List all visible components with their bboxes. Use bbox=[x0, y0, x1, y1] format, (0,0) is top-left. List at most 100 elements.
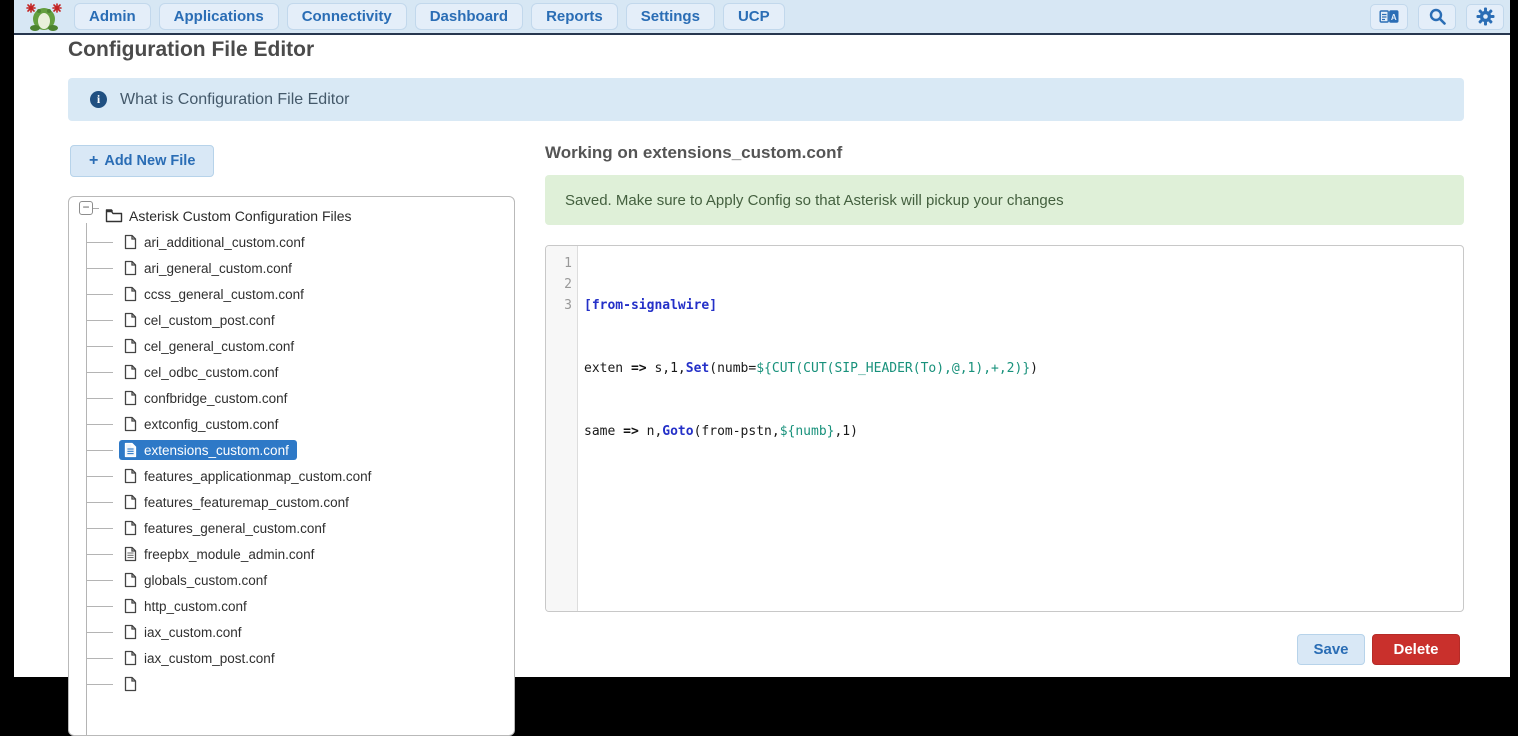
add-new-file-label: Add New File bbox=[104, 153, 195, 169]
code-line: [from-signalwire] bbox=[584, 295, 1463, 316]
svg-text:A: A bbox=[1391, 13, 1397, 22]
file-icon bbox=[124, 364, 137, 380]
file-icon bbox=[124, 520, 137, 536]
saved-alert: Saved. Make sure to Apply Config so that… bbox=[545, 175, 1464, 225]
tree-collapse-toggle[interactable]: − bbox=[79, 201, 93, 215]
file-name: cel_general_custom.conf bbox=[144, 339, 294, 354]
code-editor[interactable]: 1 2 3 [from-signalwire] exten => s,1,Set… bbox=[545, 245, 1464, 612]
tree-file-row[interactable]: features_applicationmap_custom.conf bbox=[69, 463, 514, 489]
file-icon bbox=[124, 416, 137, 432]
tree-file-row[interactable]: cel_general_custom.conf bbox=[69, 333, 514, 359]
tree-file-row[interactable]: confbridge_custom.conf bbox=[69, 385, 514, 411]
tree-file-row[interactable]: cel_custom_post.conf bbox=[69, 307, 514, 333]
tree-file-row[interactable]: cel_odbc_custom.conf bbox=[69, 359, 514, 385]
file-name: extensions_custom.conf bbox=[144, 443, 289, 458]
file-name: extconfig_custom.conf bbox=[144, 417, 278, 432]
freepbx-logo[interactable] bbox=[22, 2, 66, 32]
info-icon: i bbox=[90, 91, 107, 108]
delete-button[interactable]: Delete bbox=[1372, 634, 1460, 665]
file-name: ari_general_custom.conf bbox=[144, 261, 292, 276]
file-icon bbox=[124, 286, 137, 302]
tree-file-row[interactable]: ccss_general_custom.conf bbox=[69, 281, 514, 307]
file-name: ari_additional_custom.conf bbox=[144, 235, 305, 250]
nav-item-applications[interactable]: Applications bbox=[159, 3, 279, 30]
file-lines-icon bbox=[124, 442, 137, 458]
tree-file-row[interactable]: globals_custom.conf bbox=[69, 567, 514, 593]
file-icon bbox=[124, 468, 137, 484]
tree-file-row[interactable]: ari_general_custom.conf bbox=[69, 255, 514, 281]
settings-button[interactable] bbox=[1466, 4, 1504, 30]
code-line: exten => s,1,Set(numb=${CUT(CUT(SIP_HEAD… bbox=[584, 358, 1463, 379]
file-icon bbox=[124, 390, 137, 406]
info-banner[interactable]: i What is Configuration File Editor bbox=[68, 78, 1464, 121]
tree-rows: ari_additional_custom.conf ari_general_c… bbox=[69, 229, 514, 697]
tree-file-row[interactable]: features_featuremap_custom.conf bbox=[69, 489, 514, 515]
file-icon bbox=[124, 572, 137, 588]
nav-item-dashboard[interactable]: Dashboard bbox=[415, 3, 523, 30]
line-number: 1 bbox=[564, 253, 577, 274]
file-name: freepbx_module_admin.conf bbox=[144, 547, 314, 562]
line-number-gutter: 1 2 3 bbox=[546, 246, 578, 611]
language-translate-button[interactable]: A bbox=[1370, 4, 1408, 30]
tree-file-row[interactable]: freepbx_module_admin.conf bbox=[69, 541, 514, 567]
line-number: 3 bbox=[564, 295, 577, 316]
saved-alert-text: Saved. Make sure to Apply Config so that… bbox=[565, 192, 1064, 209]
nav-right-icons: A bbox=[1370, 4, 1504, 30]
tree-file-row[interactable]: iax_custom_post.conf bbox=[69, 645, 514, 671]
file-name: cel_odbc_custom.conf bbox=[144, 365, 278, 380]
translate-icon: A bbox=[1379, 9, 1399, 25]
tree-file-row[interactable]: http_custom.conf bbox=[69, 593, 514, 619]
file-icon bbox=[124, 598, 137, 614]
nav-menu: Admin Applications Connectivity Dashboar… bbox=[74, 3, 785, 30]
file-name: iax_custom.conf bbox=[144, 625, 242, 640]
tree-file-row-selected[interactable]: extensions_custom.conf bbox=[69, 437, 514, 463]
file-name: features_general_custom.conf bbox=[144, 521, 326, 536]
code-line: same => n,Goto(from-pstn,${numb},1) bbox=[584, 421, 1463, 442]
file-icon bbox=[124, 312, 137, 328]
file-name: ccss_general_custom.conf bbox=[144, 287, 304, 302]
file-icon bbox=[124, 260, 137, 276]
file-icon bbox=[124, 234, 137, 250]
file-name: iax_custom_post.conf bbox=[144, 651, 275, 666]
add-new-file-button[interactable]: + Add New File bbox=[70, 145, 214, 177]
code-content[interactable]: [from-signalwire] exten => s,1,Set(numb=… bbox=[578, 246, 1463, 611]
line-number: 2 bbox=[564, 274, 577, 295]
file-icon bbox=[124, 676, 137, 692]
working-on-heading: Working on extensions_custom.conf bbox=[545, 143, 842, 163]
folder-icon bbox=[105, 208, 123, 223]
nav-item-settings[interactable]: Settings bbox=[626, 3, 715, 30]
file-name: confbridge_custom.conf bbox=[144, 391, 287, 406]
plus-icon: + bbox=[89, 152, 98, 170]
file-icon bbox=[124, 650, 137, 666]
page-title: Configuration File Editor bbox=[68, 38, 314, 62]
tree-toggle-dash bbox=[93, 208, 99, 209]
tree-file-row[interactable]: ari_additional_custom.conf bbox=[69, 229, 514, 255]
tree-file-row[interactable]: features_general_custom.conf bbox=[69, 515, 514, 541]
gear-icon bbox=[1476, 7, 1495, 26]
file-name: globals_custom.conf bbox=[144, 573, 267, 588]
freepbx-frog-icon bbox=[25, 2, 63, 32]
nav-item-ucp[interactable]: UCP bbox=[723, 3, 785, 30]
tree-file-row[interactable]: extconfig_custom.conf bbox=[69, 411, 514, 437]
file-icon bbox=[124, 494, 137, 510]
top-navbar: Admin Applications Connectivity Dashboar… bbox=[14, 0, 1510, 35]
nav-item-reports[interactable]: Reports bbox=[531, 3, 618, 30]
file-name: features_featuremap_custom.conf bbox=[144, 495, 349, 510]
file-name: http_custom.conf bbox=[144, 599, 247, 614]
file-tree-panel: − Asterisk Custom Configuration Files ar… bbox=[68, 196, 515, 736]
file-lines-icon bbox=[124, 546, 137, 562]
nav-item-connectivity[interactable]: Connectivity bbox=[287, 3, 407, 30]
tree-root-label: Asterisk Custom Configuration Files bbox=[129, 208, 352, 224]
file-name: features_applicationmap_custom.conf bbox=[144, 469, 371, 484]
app-window: Admin Applications Connectivity Dashboar… bbox=[14, 0, 1510, 677]
file-name: cel_custom_post.conf bbox=[144, 313, 275, 328]
search-button[interactable] bbox=[1418, 4, 1456, 30]
tree-file-row[interactable]: iax_custom.conf bbox=[69, 619, 514, 645]
file-icon bbox=[124, 624, 137, 640]
file-icon bbox=[124, 338, 137, 354]
info-banner-text: What is Configuration File Editor bbox=[120, 91, 349, 109]
tree-file-row-partial[interactable] bbox=[69, 671, 514, 697]
search-icon bbox=[1429, 8, 1446, 25]
nav-item-admin[interactable]: Admin bbox=[74, 3, 151, 30]
save-button[interactable]: Save bbox=[1297, 634, 1365, 665]
